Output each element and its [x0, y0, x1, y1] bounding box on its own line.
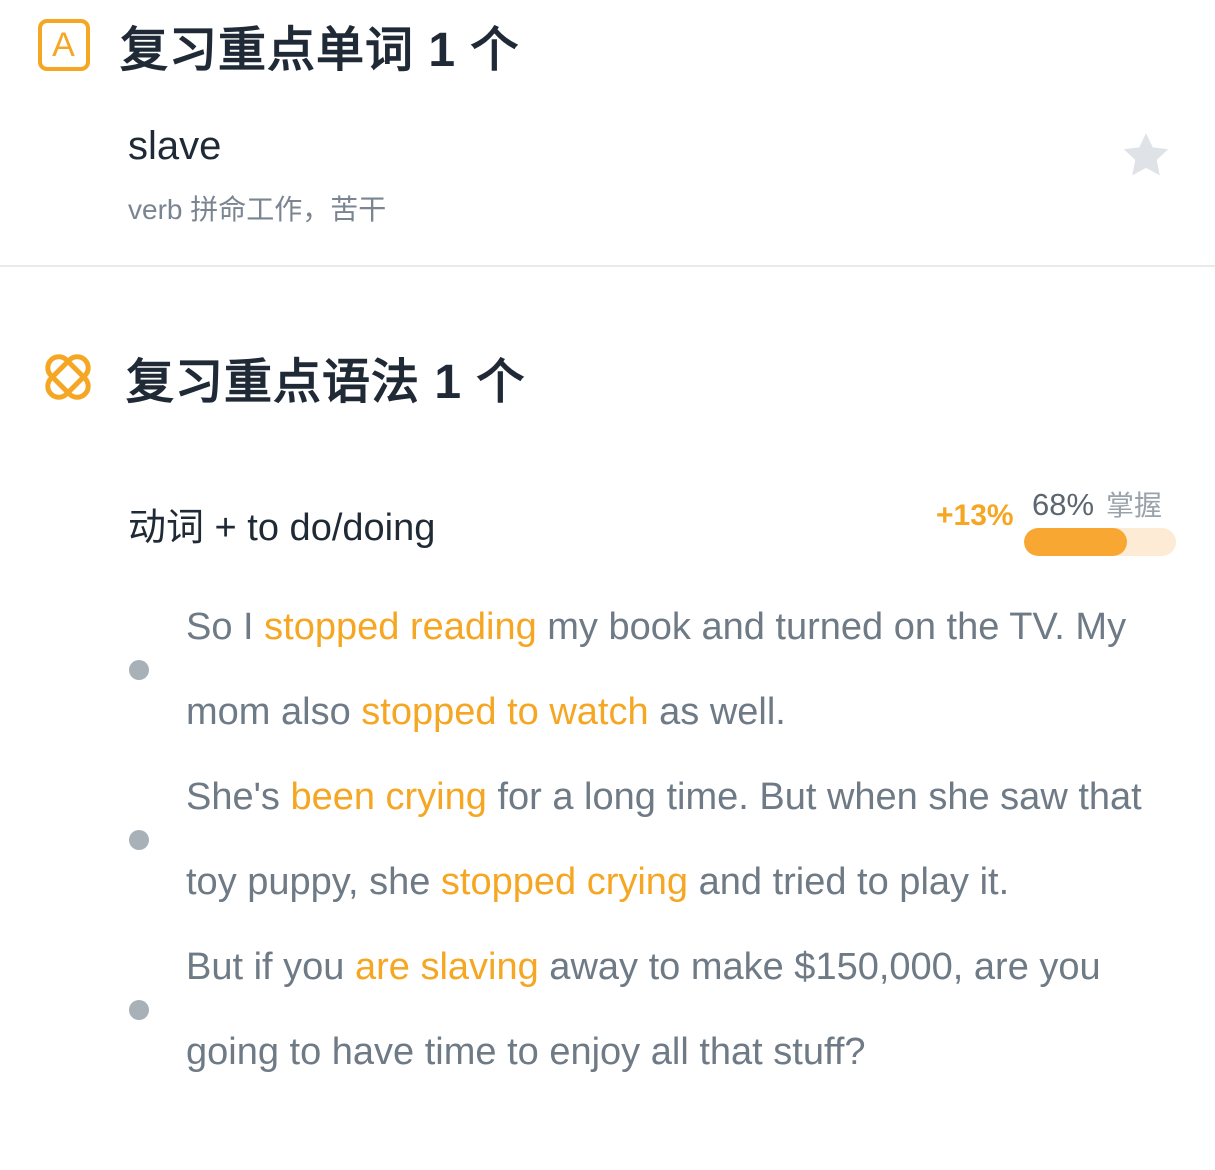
highlighted-phrase: been crying	[290, 776, 487, 818]
example-list: So I stopped reading my book and turned …	[0, 585, 1215, 1095]
mastery-readout: 68% 掌握	[1032, 484, 1162, 524]
sentence-text: So I	[186, 606, 265, 648]
bullet-dot	[129, 1000, 149, 1020]
star-icon[interactable]	[1118, 128, 1174, 184]
vocab-definition: verb 拼命工作，苦干	[128, 194, 387, 225]
sentence-text: She's	[186, 776, 291, 818]
bullet-dot	[129, 830, 149, 850]
vocab-word[interactable]: slave	[128, 124, 221, 169]
vocab-section-title: 复习重点单词 1 个	[120, 24, 520, 77]
vocab-section-header: A 复习重点单词 1 个	[38, 14, 519, 77]
grammar-item-name[interactable]: 动词 + to do/doing	[128, 496, 435, 551]
example-sentence: So I stopped reading my book and turned …	[0, 585, 1215, 755]
letter-a-icon: A	[38, 19, 90, 71]
mastery-delta: +13%	[936, 499, 1014, 532]
highlighted-phrase: are slaving	[354, 946, 539, 988]
mastery-progress-bar	[1024, 528, 1176, 556]
mastery-percent: 68%	[1032, 487, 1095, 522]
grammar-section-header: 复习重点语法 1 个	[38, 344, 525, 410]
sentence-text: But if you	[186, 946, 355, 988]
highlighted-phrase: stopped reading	[264, 606, 537, 648]
bullet-dot	[129, 660, 149, 680]
sentence-text: as well.	[648, 691, 786, 733]
highlighted-phrase: stopped crying	[440, 861, 689, 903]
highlighted-phrase: stopped to watch	[361, 691, 649, 733]
mastery-progress-fill	[1024, 528, 1128, 556]
mastery-label: 掌握	[1106, 490, 1163, 521]
example-sentence: But if you are slaving away to make $150…	[0, 925, 1215, 1095]
grammar-icon	[38, 347, 98, 407]
example-sentence: She's been crying for a long time. But w…	[0, 755, 1215, 925]
section-divider	[0, 265, 1215, 267]
grammar-section-title: 复习重点语法 1 个	[126, 356, 526, 409]
sentence-text: and tried to play it.	[688, 861, 1010, 903]
